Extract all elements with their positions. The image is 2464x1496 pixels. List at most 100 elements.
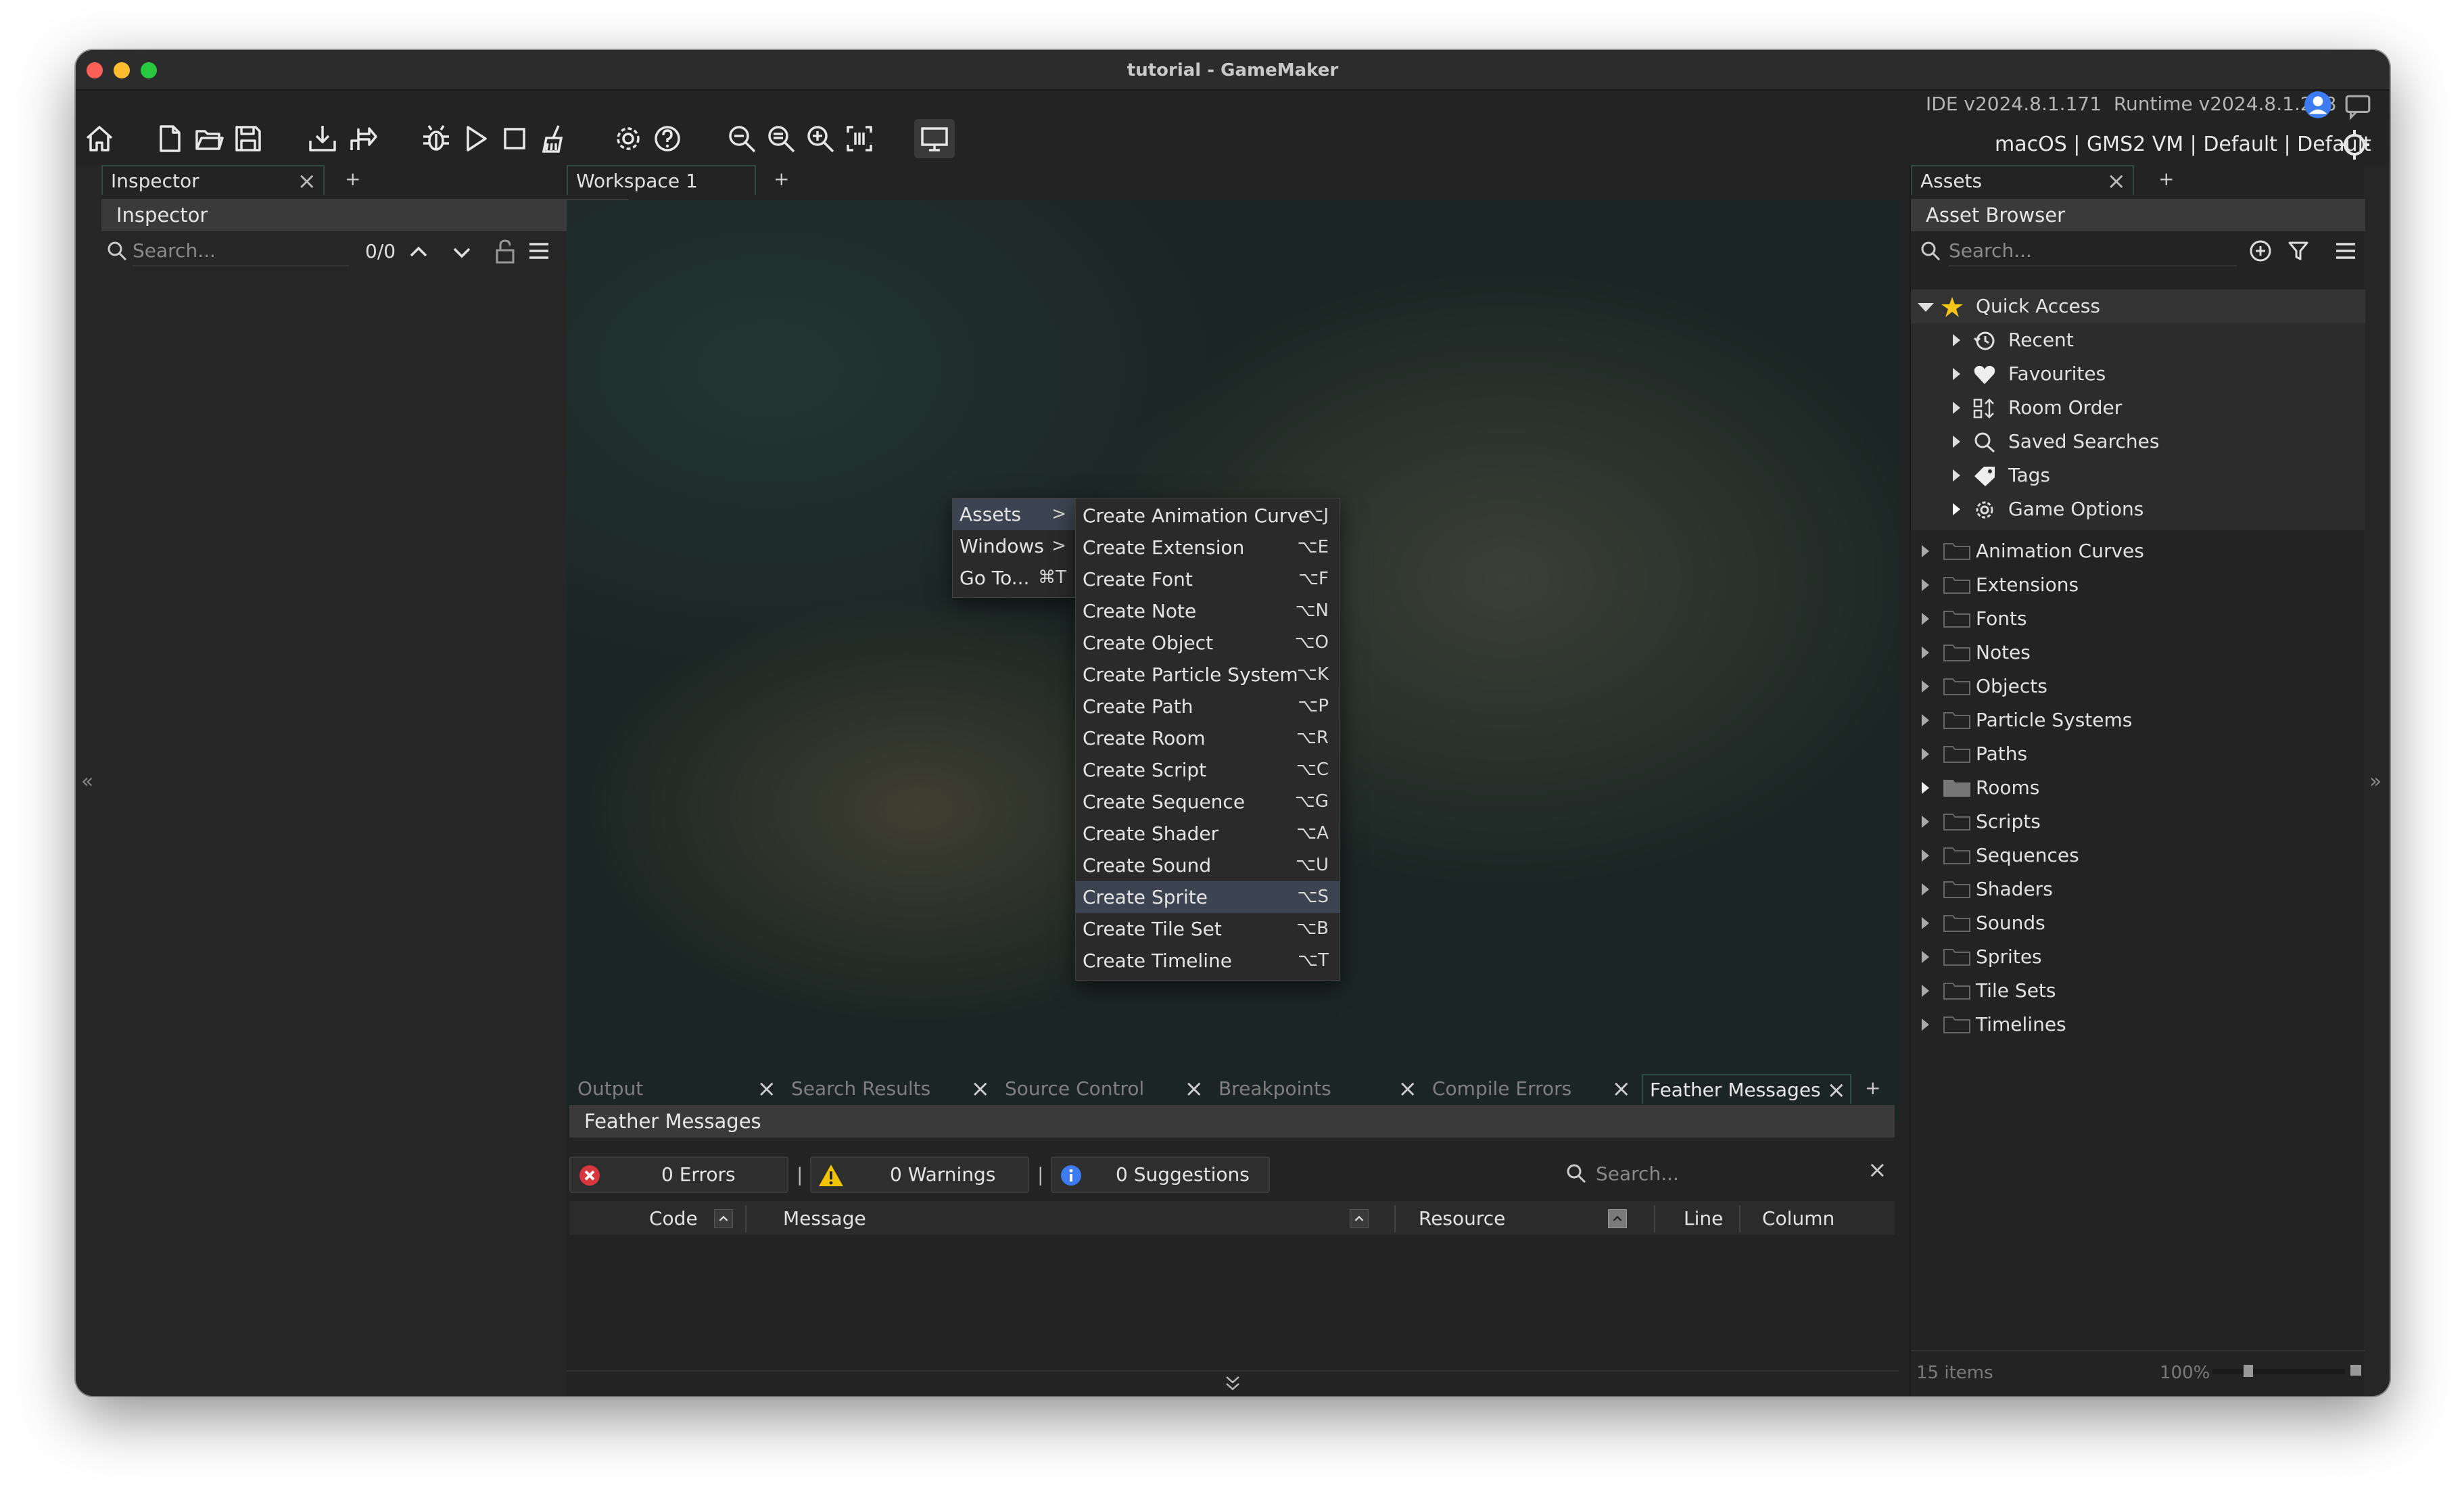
menu-item-create-script[interactable]: Create Script ⌥C — [1076, 754, 1340, 786]
add-asset-icon[interactable] — [2249, 239, 2272, 262]
tree-item-tags[interactable]: Tags — [1911, 459, 2365, 492]
add-workspace-icon[interactable]: + — [774, 168, 789, 190]
column-message[interactable]: Message — [783, 1202, 866, 1235]
close-icon[interactable]: × — [1398, 1074, 1418, 1104]
zoom-out-icon[interactable] — [724, 120, 760, 157]
menu-item-create-tile-set[interactable]: Create Tile Set ⌥B — [1076, 913, 1340, 945]
inspector-search-input[interactable]: Search... — [133, 235, 349, 266]
expand-triangle-icon[interactable] — [1953, 436, 1960, 448]
tree-folder-sprites[interactable]: Sprites — [1911, 940, 2365, 974]
tab-compile-errors[interactable]: Compile Errors × — [1425, 1074, 1635, 1104]
expand-right-icon[interactable]: » — [2365, 770, 2386, 797]
menu-item-create-sound[interactable]: Create Sound ⌥U — [1076, 849, 1340, 881]
expand-triangle-icon[interactable] — [1922, 816, 1929, 828]
zoom-slider-thumb[interactable] — [2244, 1365, 2253, 1377]
run-icon[interactable] — [457, 120, 494, 157]
tree-item-room-order[interactable]: Room Order — [1911, 391, 2365, 425]
asset-search-input[interactable]: Search... — [1949, 235, 2237, 266]
tree-folder-timelines[interactable]: Timelines — [1911, 1008, 2365, 1042]
tree-folder-fonts[interactable]: Fonts — [1911, 602, 2365, 636]
expand-triangle-icon[interactable] — [1922, 849, 1929, 862]
column-separator[interactable] — [1739, 1205, 1740, 1232]
close-icon[interactable]: × — [1827, 1075, 1847, 1105]
tree-folder-sequences[interactable]: Sequences — [1911, 839, 2365, 872]
menu-item-create-sprite[interactable]: Create Sprite ⌥S — [1076, 881, 1340, 913]
expand-triangle-icon[interactable] — [1922, 985, 1929, 997]
tree-folder-rooms[interactable]: Rooms — [1911, 771, 2365, 805]
account-icon[interactable] — [2304, 91, 2332, 119]
menu-item-create-particle-system[interactable]: Create Particle System ⌥K — [1076, 659, 1340, 691]
expand-triangle-icon[interactable] — [1918, 303, 1934, 312]
add-tab-icon[interactable]: + — [345, 168, 360, 190]
column-separator[interactable] — [745, 1205, 747, 1232]
menu-item-create-path[interactable]: Create Path ⌥P — [1076, 691, 1340, 722]
expand-triangle-icon[interactable] — [1922, 748, 1929, 760]
sort-icon[interactable] — [714, 1209, 733, 1228]
tree-item-recent[interactable]: Recent — [1911, 323, 2365, 357]
menu-item-windows[interactable]: Windows > — [953, 530, 1077, 562]
export-icon[interactable] — [343, 120, 380, 157]
tree-folder-scripts[interactable]: Scripts — [1911, 805, 2365, 839]
tree-folder-shaders[interactable]: Shaders — [1911, 872, 2365, 906]
tree-folder-extensions[interactable]: Extensions — [1911, 568, 2365, 602]
expand-triangle-icon[interactable] — [1953, 334, 1960, 346]
new-project-icon[interactable] — [151, 120, 188, 157]
column-separator[interactable] — [1654, 1205, 1655, 1232]
column-separator[interactable] — [1394, 1205, 1396, 1232]
tree-item-saved-searches[interactable]: Saved Searches — [1911, 425, 2365, 459]
game-monitor-icon[interactable] — [914, 119, 955, 158]
expand-triangle-icon[interactable] — [1922, 883, 1929, 895]
chevron-double-down-icon[interactable] — [1221, 1372, 1244, 1395]
expand-triangle-icon[interactable] — [1953, 368, 1960, 380]
zoom-in-icon[interactable] — [802, 120, 838, 157]
menu-icon[interactable] — [2334, 241, 2357, 261]
target-icon[interactable] — [2338, 128, 2371, 161]
expand-triangle-icon[interactable] — [1922, 613, 1929, 625]
chevron-up-icon[interactable] — [407, 241, 430, 264]
workspace-tab[interactable]: Workspace 1 — [567, 165, 756, 195]
menu-item-create-object[interactable]: Create Object ⌥O — [1076, 627, 1340, 659]
tree-item-game-options[interactable]: Game Options — [1911, 492, 2365, 526]
messages-icon[interactable] — [2344, 92, 2372, 120]
menu-item-create-animation-curve[interactable]: Create Animation Curve ⌥J — [1076, 500, 1340, 532]
menu-item-goto[interactable]: Go To... ⌘T — [953, 562, 1077, 594]
expand-triangle-icon[interactable] — [1922, 579, 1929, 591]
tree-folder-sounds[interactable]: Sounds — [1911, 906, 2365, 940]
menu-item-assets[interactable]: Assets > — [953, 498, 1077, 530]
tree-folder-paths[interactable]: Paths — [1911, 737, 2365, 771]
expand-triangle-icon[interactable] — [1953, 402, 1960, 414]
expand-triangle-icon[interactable] — [1922, 1019, 1929, 1031]
column-code[interactable]: Code — [649, 1202, 698, 1235]
tree-item-quick-access[interactable]: Quick Access — [1911, 289, 2365, 323]
menu-item-create-extension[interactable]: Create Extension ⌥E — [1076, 532, 1340, 563]
warnings-counter[interactable]: 0 Warnings — [810, 1156, 1029, 1193]
lock-icon[interactable] — [494, 238, 517, 265]
open-project-icon[interactable] — [191, 120, 227, 157]
help-icon[interactable] — [649, 120, 686, 157]
chevron-down-icon[interactable] — [450, 241, 473, 264]
add-tab-icon[interactable]: + — [2158, 168, 2174, 190]
feather-search-input[interactable]: Search... — [1596, 1158, 1880, 1190]
fit-icon[interactable] — [841, 120, 878, 157]
home-icon[interactable] — [81, 120, 118, 157]
zoom-slider[interactable] — [2212, 1369, 2345, 1374]
close-icon[interactable]: × — [1185, 1074, 1204, 1104]
inspector-tab[interactable]: Inspector × — [101, 165, 325, 195]
zoom-reset-icon[interactable] — [763, 120, 799, 157]
expand-triangle-icon[interactable] — [1922, 714, 1929, 726]
preferences-icon[interactable] — [610, 120, 646, 157]
tab-source-control[interactable]: Source Control × — [998, 1074, 1208, 1104]
clean-icon[interactable] — [536, 120, 572, 157]
tab-search-results[interactable]: Search Results × — [784, 1074, 994, 1104]
expand-triangle-icon[interactable] — [1922, 951, 1929, 963]
filter-icon[interactable] — [2287, 239, 2310, 262]
column-line[interactable]: Line — [1684, 1202, 1723, 1235]
close-icon[interactable]: × — [757, 1074, 777, 1104]
menu-icon[interactable] — [527, 241, 550, 261]
expand-triangle-icon[interactable] — [1922, 917, 1929, 929]
tree-item-favourites[interactable]: Favourites — [1911, 357, 2365, 391]
expand-triangle-icon[interactable] — [1953, 503, 1960, 515]
menu-item-create-font[interactable]: Create Font ⌥F — [1076, 563, 1340, 595]
tab-feather-messages[interactable]: Feather Messages × — [1642, 1074, 1851, 1104]
add-output-tab-icon[interactable]: + — [1865, 1077, 1880, 1099]
